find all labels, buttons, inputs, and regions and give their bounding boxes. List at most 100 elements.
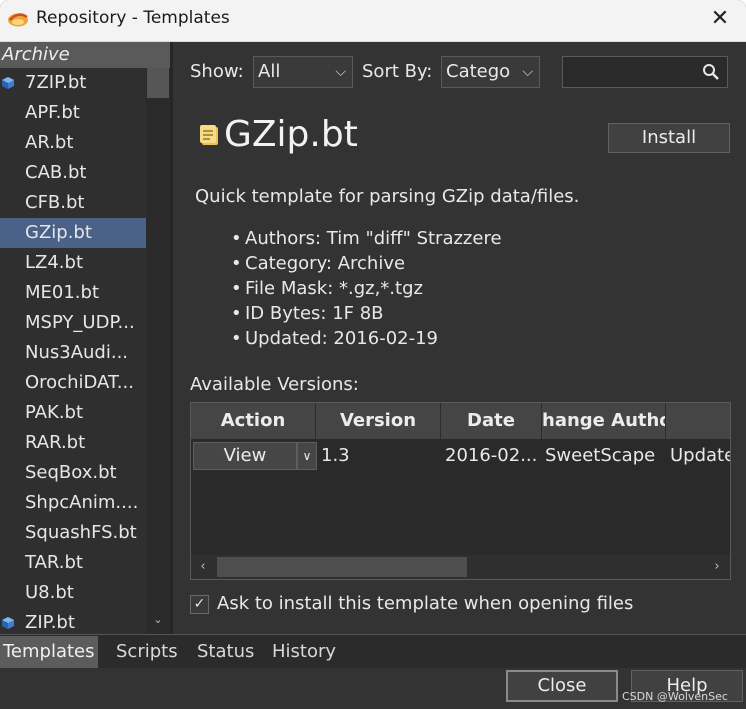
template-item-label: SquashFS.bt xyxy=(25,522,137,543)
template-list: 7ZIP.bt APF.bt AR.bt CAB.bt CFB.bt GZip.… xyxy=(0,68,146,634)
tab-templates[interactable]: Templates xyxy=(0,636,98,668)
detail-updated: • Updated: 2016-02-19 xyxy=(231,328,439,349)
detail-text: Category: Archive xyxy=(245,253,406,274)
template-item-label: ME01.bt xyxy=(25,282,100,303)
template-item-label: MSPY_UDP... xyxy=(25,312,135,333)
column-header-version[interactable]: Version xyxy=(316,403,441,439)
window-title: Repository - Templates xyxy=(36,8,230,28)
versions-table-header: Action Version Date hange Autho xyxy=(191,403,730,439)
bottom-tab-bar: Templates Scripts Status History xyxy=(0,634,746,668)
close-icon[interactable]: ✕ xyxy=(703,2,737,36)
template-item-cab[interactable]: CAB.bt xyxy=(0,158,146,188)
template-item-shpcanim[interactable]: ShpcAnim.... xyxy=(0,488,146,518)
template-item-lz4[interactable]: LZ4.bt xyxy=(0,248,146,278)
column-header-action[interactable]: Action xyxy=(191,403,316,439)
detail-text: Authors: Tim "diff" Strazzere xyxy=(245,228,502,249)
template-item-rar[interactable]: RAR.bt xyxy=(0,428,146,458)
search-input[interactable] xyxy=(562,56,728,88)
template-item-label: 7ZIP.bt xyxy=(25,72,87,93)
template-item-label: OrochiDAT... xyxy=(25,372,134,393)
sort-value: Catego xyxy=(446,61,511,82)
tab-status[interactable]: Status xyxy=(194,636,257,668)
detail-category: • Category: Archive xyxy=(231,253,406,274)
template-item-me01[interactable]: ME01.bt xyxy=(0,278,146,308)
cell-notes: Update xyxy=(670,445,731,466)
close-button[interactable]: Close xyxy=(506,670,618,702)
chevron-down-icon: ⌵ xyxy=(522,64,533,80)
template-item-label: CAB.bt xyxy=(25,162,87,183)
template-item-squashfs[interactable]: SquashFS.bt xyxy=(0,518,146,548)
template-item-apf[interactable]: APF.bt xyxy=(0,98,146,128)
watermark: CSDN @WolvenSec xyxy=(622,690,728,703)
install-button[interactable]: Install xyxy=(608,123,730,153)
ask-install-checkbox[interactable]: ✓ xyxy=(190,595,209,614)
template-title: GZip.bt xyxy=(224,114,358,155)
repository-window: Repository - Templates ✕ Archive 7ZIP.bt… xyxy=(0,0,746,709)
template-item-label: AR.bt xyxy=(25,132,74,153)
column-header-change-author[interactable]: hange Autho xyxy=(542,403,666,439)
cell-date: 2016-02... xyxy=(445,445,538,466)
tab-scripts[interactable]: Scripts xyxy=(113,636,181,668)
template-item-cfb[interactable]: CFB.bt xyxy=(0,188,146,218)
detail-id-bytes: • ID Bytes: 1F 8B xyxy=(231,303,384,324)
template-item-label: RAR.bt xyxy=(25,432,86,453)
sort-by-label: Sort By: xyxy=(362,61,433,82)
template-item-gzip[interactable]: GZip.bt xyxy=(0,218,146,248)
template-item-label: ShpcAnim.... xyxy=(25,492,139,513)
template-item-label: APF.bt xyxy=(25,102,80,123)
template-item-7zip[interactable]: 7ZIP.bt xyxy=(0,68,146,98)
template-item-label: CFB.bt xyxy=(25,192,85,213)
column-header-notes[interactable] xyxy=(666,403,730,439)
template-file-icon xyxy=(200,125,218,145)
template-item-label: GZip.bt xyxy=(25,222,92,243)
template-item-seqbox[interactable]: SeqBox.bt xyxy=(0,458,146,488)
template-details-panel: Show: All ⌵ Sort By: Catego ⌵ GZip.bt In… xyxy=(173,42,746,634)
template-description: Quick template for parsing GZip data/fil… xyxy=(195,186,580,207)
template-item-tar[interactable]: TAR.bt xyxy=(0,548,146,578)
cell-version: 1.3 xyxy=(321,445,350,466)
cube-icon xyxy=(2,77,14,89)
template-item-label: SeqBox.bt xyxy=(25,462,117,483)
show-value: All xyxy=(258,61,281,82)
detail-text: ID Bytes: 1F 8B xyxy=(245,303,384,324)
template-item-ar[interactable]: AR.bt xyxy=(0,128,146,158)
column-header-date[interactable]: Date xyxy=(441,403,542,439)
show-dropdown[interactable]: All ⌵ xyxy=(253,56,353,88)
tab-history[interactable]: History xyxy=(269,636,339,668)
detail-text: File Mask: *.gz,*.tgz xyxy=(245,278,423,299)
app-icon xyxy=(8,13,28,27)
title-bar: Repository - Templates ✕ xyxy=(0,0,746,42)
scroll-left-icon[interactable]: ‹ xyxy=(193,555,213,579)
available-versions-label: Available Versions: xyxy=(190,374,359,395)
template-item-label: Nus3Audi... xyxy=(25,342,129,363)
template-item-mspy-udp[interactable]: MSPY_UDP... xyxy=(0,308,146,338)
versions-table: Action Version Date hange Autho View ∨ 1… xyxy=(190,402,731,580)
table-horizontal-scrollbar[interactable]: ‹ › xyxy=(191,555,730,579)
template-item-pak[interactable]: PAK.bt xyxy=(0,398,146,428)
template-details-list: • Authors: Tim "diff" Strazzere • Category… xyxy=(231,226,502,351)
cube-icon xyxy=(2,617,14,629)
detail-file-mask: • File Mask: *.gz,*.tgz xyxy=(231,278,423,299)
search-icon[interactable] xyxy=(702,63,720,81)
detail-text: Updated: 2016-02-19 xyxy=(245,328,439,349)
scroll-right-icon[interactable]: › xyxy=(707,555,727,579)
chevron-down-icon: ⌵ xyxy=(335,64,346,80)
view-button[interactable]: View xyxy=(193,442,297,470)
template-list-panel: Archive 7ZIP.bt APF.bt AR.bt CAB.bt CFB.… xyxy=(0,42,170,634)
template-item-label: PAK.bt xyxy=(25,402,84,423)
template-item-orochidat[interactable]: OrochiDAT... xyxy=(0,368,146,398)
category-header: Archive xyxy=(0,42,170,68)
template-item-u8[interactable]: U8.bt xyxy=(0,578,146,608)
detail-authors: • Authors: Tim "diff" Strazzere xyxy=(231,228,502,249)
scrollbar-thumb[interactable] xyxy=(217,557,467,577)
sort-by-dropdown[interactable]: Catego ⌵ xyxy=(441,56,540,88)
view-dropdown-icon[interactable]: ∨ xyxy=(297,442,317,470)
list-scrollbar[interactable]: ▲ ⌄ xyxy=(146,68,170,634)
template-item-zip[interactable]: ZIP.bt xyxy=(0,608,146,634)
ask-install-label[interactable]: Ask to install this template when openin… xyxy=(217,593,633,614)
scrollbar-thumb[interactable] xyxy=(147,68,169,98)
scroll-down-icon[interactable]: ⌄ xyxy=(147,612,169,628)
show-label: Show: xyxy=(190,61,244,82)
template-item-nus3audio[interactable]: Nus3Audi... xyxy=(0,338,146,368)
table-row[interactable]: View ∨ 1.3 2016-02... SweetScape Update xyxy=(191,439,731,473)
